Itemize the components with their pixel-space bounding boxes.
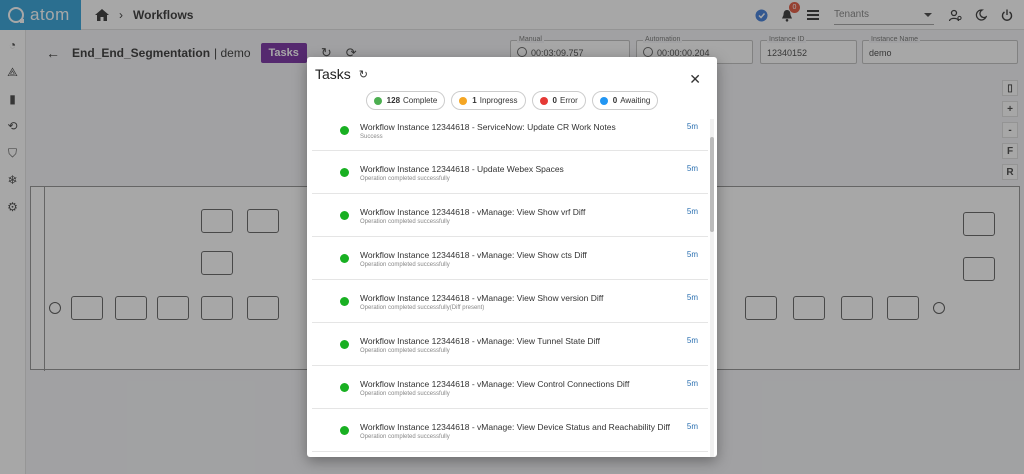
status-dot-icon <box>539 96 548 105</box>
task-status: Operation completed successfully <box>360 434 450 440</box>
task-list-scrollbar[interactable] <box>710 119 714 457</box>
success-dot-icon <box>340 254 349 263</box>
chip-count: 128 <box>386 96 401 105</box>
task-row[interactable]: Workflow Instance 12344618 - vManage: Vi… <box>312 237 708 280</box>
task-time: 5m <box>686 164 698 173</box>
task-status: Operation completed successfully <box>360 262 450 268</box>
task-row[interactable]: Workflow Instance 12344618 - ServiceNow:… <box>312 117 708 151</box>
chip-inprogress[interactable]: 1 Inprogress <box>451 91 526 110</box>
task-name: Workflow Instance 12344618 - ServiceNow:… <box>360 122 616 132</box>
task-row[interactable]: Workflow Instance 12344618 - vManage: Vi… <box>312 323 708 366</box>
chip-error[interactable]: 0 Error <box>531 91 586 110</box>
chip-awaiting[interactable]: 0 Awaiting <box>591 91 659 110</box>
task-row[interactable]: Workflow Instance 12344618 - vManage: Vi… <box>312 280 708 323</box>
chip-complete[interactable]: 128 Complete <box>365 91 446 110</box>
task-time: 5m <box>686 379 698 388</box>
task-name: Workflow Instance 12344618 - vManage: Vi… <box>360 422 670 432</box>
task-time: 5m <box>686 207 698 216</box>
task-time: 5m <box>686 293 698 302</box>
success-dot-icon <box>340 126 349 135</box>
chip-label: Complete <box>403 96 438 105</box>
task-status: Operation completed successfully <box>360 391 450 397</box>
success-dot-icon <box>340 340 349 349</box>
chip-label: Error <box>559 96 578 105</box>
success-dot-icon <box>340 211 349 220</box>
task-name: Workflow Instance 12344618 - vManage: Vi… <box>360 207 586 217</box>
refresh-icon[interactable]: ↻ <box>359 68 368 81</box>
modal-title: Tasks <box>315 66 351 82</box>
task-time: 5m <box>686 422 698 431</box>
task-row[interactable]: Workflow Instance 12344618 - vManage: Vi… <box>312 366 708 409</box>
status-dot-icon <box>459 96 468 105</box>
task-row[interactable]: Workflow Instance 12344618 - vManage: Vi… <box>312 409 708 452</box>
task-time: 5m <box>686 336 698 345</box>
success-dot-icon <box>340 426 349 435</box>
chip-count: 0 <box>612 96 618 105</box>
tasks-modal: Tasks ↻ ✕ 128 Complete 1 Inprogress 0 Error… <box>307 57 717 457</box>
task-row[interactable]: Workflow Instance 12344618 - Update Webe… <box>312 151 708 194</box>
success-dot-icon <box>340 297 349 306</box>
scrollbar-thumb[interactable] <box>710 137 714 232</box>
task-status: Operation completed successfully(Diff pr… <box>360 305 485 311</box>
status-dot-icon <box>373 96 382 105</box>
task-status: Operation completed successfully <box>360 348 450 354</box>
task-name: Workflow Instance 12344618 - vManage: Vi… <box>360 379 630 389</box>
success-dot-icon <box>340 383 349 392</box>
status-dot-icon <box>599 96 608 105</box>
chip-label: Inprogress <box>479 96 518 105</box>
close-icon[interactable]: ✕ <box>689 71 701 88</box>
chip-label: Awaiting <box>620 96 651 105</box>
task-name: Workflow Instance 12344618 - vManage: Vi… <box>360 336 601 346</box>
task-time: 5m <box>686 122 698 131</box>
task-name: Workflow Instance 12344618 - Update Webe… <box>360 164 564 174</box>
task-status: Operation completed successfully <box>360 176 450 182</box>
chip-count: 0 <box>552 96 557 105</box>
task-time: 5m <box>686 250 698 259</box>
task-name: Workflow Instance 12344618 - vManage: Vi… <box>360 293 604 303</box>
success-dot-icon <box>340 168 349 177</box>
task-list[interactable]: Workflow Instance 12344618 - ServiceNow:… <box>312 117 708 457</box>
task-row[interactable]: Workflow Instance 12344618 - vManage: Vi… <box>312 194 708 237</box>
task-name: Workflow Instance 12344618 - vManage: Vi… <box>360 250 587 260</box>
task-status: Success <box>360 134 383 140</box>
task-status: Operation completed successfully <box>360 219 450 225</box>
chip-count: 1 <box>472 96 477 105</box>
status-chips: 128 Complete 1 Inprogress 0 Error 0 Awaiting <box>307 91 717 111</box>
